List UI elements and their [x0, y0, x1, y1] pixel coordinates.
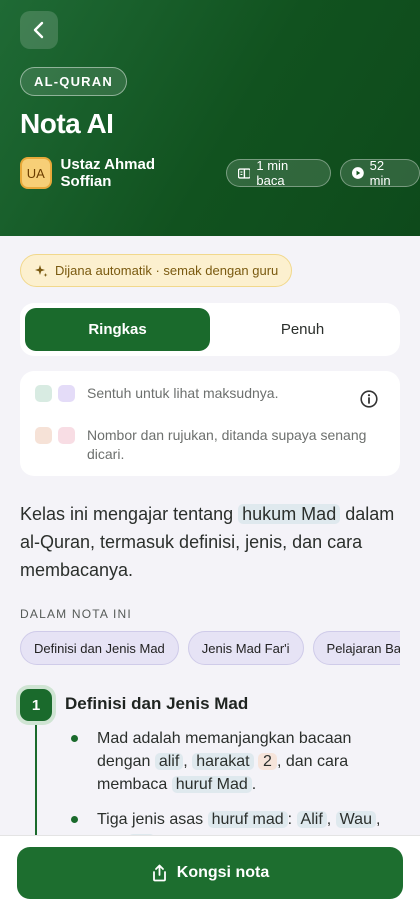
legend-text-terms: Sentuh untuk lihat maksudnya. — [87, 385, 279, 401]
contents-chips: Definisi dan Jenis Mad Jenis Mad Far'i P… — [20, 631, 400, 666]
term-highlight[interactable]: huruf Mad — [171, 776, 252, 793]
bullet-text: , — [326, 811, 332, 828]
page-title: Nota AI — [20, 108, 114, 139]
view-toggle: Ringkas Penuh — [20, 303, 400, 356]
legend-swatch-pink — [58, 427, 75, 444]
term-highlight[interactable]: huruf mad — [207, 811, 288, 828]
term-highlight[interactable]: hukum Mad — [238, 504, 341, 524]
timeline-line — [35, 715, 37, 845]
intro-text-1: Kelas ini mengajar tentang — [20, 504, 234, 524]
legend-card: Sentuh untuk lihat maksudnya. Nombor dan… — [20, 371, 400, 476]
legend-swatch-green — [35, 385, 52, 402]
back-button[interactable] — [20, 11, 58, 49]
duration-text: 52 min — [369, 158, 391, 188]
auto-generated-text: Dijana automatik · semak dengan guru — [55, 263, 279, 278]
bullet-text: : — [287, 811, 293, 828]
legend-swatch-peach — [35, 427, 52, 444]
share-button[interactable]: Kongsi nota — [17, 847, 403, 899]
section-number: 1 — [20, 689, 52, 721]
info-icon[interactable] — [360, 390, 378, 408]
bullet-item: Mad adalah memanjangkan bacaan dengan al… — [70, 727, 390, 796]
chip-definisi[interactable]: Definisi dan Jenis Mad — [20, 631, 179, 665]
chip-pelajaran[interactable]: Pelajaran Baha — [312, 631, 400, 665]
author-name: Ustaz Ahmad Soffian — [60, 156, 156, 190]
toggle-ringkas[interactable]: Ringkas — [25, 308, 210, 351]
share-icon — [152, 864, 166, 882]
chevron-left-icon — [33, 21, 44, 39]
bullet-text: Tiga jenis asas — [97, 811, 204, 828]
term-highlight[interactable]: alif — [154, 753, 184, 770]
play-icon — [351, 167, 364, 179]
sparkle-icon — [35, 264, 48, 277]
read-time-text: 1 min baca — [256, 158, 289, 188]
subject-tag: AL-QURAN — [20, 67, 127, 96]
author-row: UA Ustaz Ahmad Soffian 1 min baca 52 min — [20, 156, 420, 190]
number-highlight[interactable]: 2 — [258, 753, 277, 770]
legend-text-numbers: Nombor dan rujukan, ditanda supaya senan… — [87, 427, 367, 462]
duration-pill: 52 min — [339, 158, 420, 188]
bullet-text: , — [183, 753, 188, 770]
chip-far-i[interactable]: Jenis Mad Far'i — [187, 631, 304, 665]
legend-swatch-purple — [58, 385, 75, 402]
header-hero: AL-QURAN Nota AI UA Ustaz Ahmad Soffian … — [0, 0, 420, 236]
book-icon — [237, 167, 251, 179]
intro-paragraph: Kelas ini mengajar tentang hukum Mad dal… — [20, 500, 400, 584]
read-time-pill: 1 min baca — [225, 158, 331, 188]
contents-label: DALAM NOTA INI — [20, 607, 132, 621]
section-title: Definisi dan Jenis Mad — [65, 694, 249, 713]
term-highlight[interactable]: Alif — [296, 811, 327, 828]
term-highlight[interactable]: Wau — [335, 811, 376, 828]
term-highlight[interactable]: harakat — [192, 753, 254, 770]
toggle-penuh[interactable]: Penuh — [210, 308, 395, 351]
avatar: UA — [20, 157, 52, 189]
bottom-bar: Kongsi nota — [0, 835, 420, 909]
share-label: Kongsi nota — [176, 864, 270, 881]
bullet-text: . — [251, 776, 257, 793]
auto-generated-badge: Dijana automatik · semak dengan guru — [20, 254, 293, 287]
